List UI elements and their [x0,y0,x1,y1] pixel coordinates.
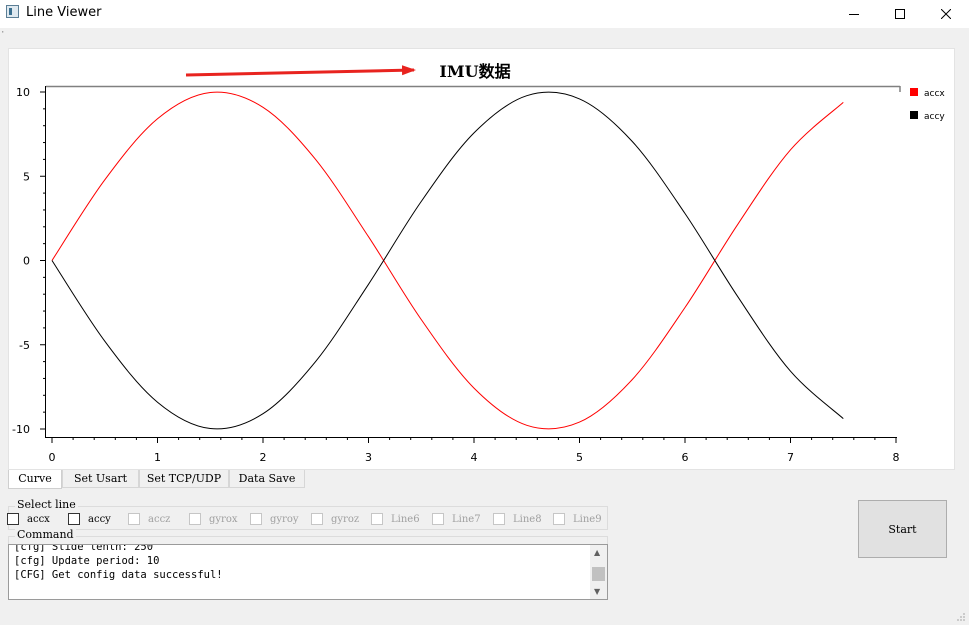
log-line: [CFG] Get config data successful! [14,569,223,581]
tab-set-usart[interactable]: Set Usart [62,470,139,488]
checkbox-line8: Line8 [493,512,542,526]
close-icon [941,9,951,19]
checkbox-label: Line6 [391,513,420,525]
scroll-down-icon[interactable]: ▼ [594,587,600,596]
scroll-up-icon[interactable]: ▲ [594,548,600,557]
select-line-title: Select line [15,498,78,511]
checkbox-box[interactable] [68,513,80,525]
checkbox-label: accz [148,513,171,525]
checkbox-box [493,513,505,525]
scroll-thumb[interactable] [592,567,605,581]
window-edge-mark: · [0,28,6,38]
close-button[interactable] [923,0,969,28]
console-scrollbar[interactable]: ▲ ▼ [590,545,607,599]
checkbox-label: gyroy [270,513,299,525]
command-log: [cfg] Slide lenth: 250 [cfg] Update perio… [14,544,223,582]
app-icon [6,5,19,18]
plot-panel [8,48,955,470]
window-title: Line Viewer [26,5,102,20]
checkbox-label: Line7 [452,513,481,525]
tab-data-save[interactable]: Data Save [229,470,305,488]
checkbox-box[interactable] [7,513,19,525]
checkbox-box [371,513,383,525]
maximize-button[interactable] [877,0,923,28]
tab-curve[interactable]: Curve [8,470,62,489]
command-output[interactable]: [cfg] Slide lenth: 250 [cfg] Update perio… [8,544,608,600]
checkbox-accy[interactable]: accy [68,512,111,526]
maximize-icon [895,9,905,19]
checkbox-label: gyrox [209,513,238,525]
log-line: [cfg] Slide lenth: 250 [14,544,154,553]
log-line: [cfg] Update period: 10 [14,555,160,567]
command-title: Command [15,528,76,541]
checkbox-label: Line8 [513,513,542,525]
checkbox-gyroy: gyroy [250,512,299,526]
checkbox-box [189,513,201,525]
checkbox-box [128,513,140,525]
checkbox-label: Line9 [573,513,602,525]
checkbox-accx[interactable]: accx [7,512,50,526]
checkbox-label: accy [88,513,111,525]
checkbox-gyroz: gyroz [311,512,359,526]
checkbox-label: accx [27,513,50,525]
checkbox-label: gyroz [331,513,360,525]
checkbox-box [250,513,262,525]
checkbox-gyrox: gyrox [189,512,238,526]
minimize-button[interactable] [831,0,877,28]
checkbox-box [553,513,565,525]
checkbox-line9: Line9 [553,512,602,526]
checkbox-accz: accz [128,512,170,526]
checkbox-line7: Line7 [432,512,481,526]
tab-set-tcp-udp[interactable]: Set TCP/UDP [139,470,229,488]
checkbox-box [432,513,444,525]
resize-grip-icon[interactable] [956,612,966,622]
checkbox-line6: Line6 [371,512,420,526]
title-bar: Line Viewer [0,0,969,28]
checkbox-box [311,513,323,525]
minimize-icon [849,14,859,15]
start-button[interactable]: Start [858,500,947,558]
